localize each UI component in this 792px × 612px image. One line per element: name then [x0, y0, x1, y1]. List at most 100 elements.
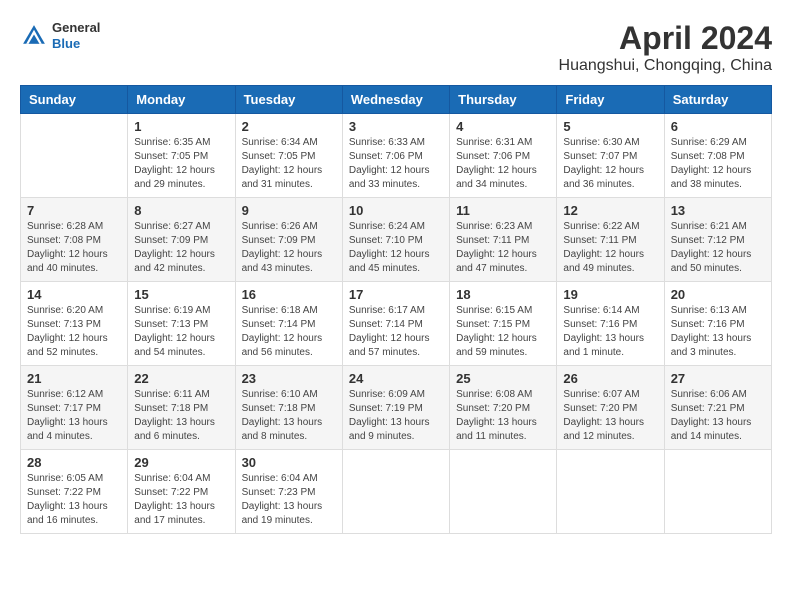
calendar-day-cell: 30 Sunrise: 6:04 AM Sunset: 7:23 PM Dayli…: [235, 450, 342, 534]
day-number: 3: [349, 119, 443, 134]
day-number: 21: [27, 371, 121, 386]
calendar-day-cell: 16 Sunrise: 6:18 AM Sunset: 7:14 PM Dayli…: [235, 282, 342, 366]
calendar-week-row: 7Sunrise: 6:28 AM Sunset: 7:08 PM Daylig…: [21, 198, 772, 282]
calendar-day-cell: 12Sunrise: 6:22 AM Sunset: 7:11 PM Dayli…: [557, 198, 664, 282]
day-number: 19: [563, 287, 657, 302]
calendar-day-cell: 13 Sunrise: 6:21 AM Sunset: 7:12 PM Dayli…: [664, 198, 771, 282]
day-number: 2: [242, 119, 336, 134]
calendar-day-cell: 8 Sunrise: 6:27 AM Sunset: 7:09 PM Daylig…: [128, 198, 235, 282]
day-number: 24: [349, 371, 443, 386]
calendar-day-cell: [557, 450, 664, 534]
calendar-day-cell: 15Sunrise: 6:19 AM Sunset: 7:13 PM Dayli…: [128, 282, 235, 366]
day-info: Sunrise: 6:33 AM Sunset: 7:06 PM Dayligh…: [349, 136, 443, 192]
day-info: Sunrise: 6:27 AM Sunset: 7:09 PM Dayligh…: [134, 220, 228, 276]
calendar-day-cell: 6 Sunrise: 6:29 AM Sunset: 7:08 PM Daylig…: [664, 114, 771, 198]
day-number: 13: [671, 203, 765, 218]
calendar-day-cell: 10Sunrise: 6:24 AM Sunset: 7:10 PM Dayli…: [342, 198, 449, 282]
logo-icon: [20, 22, 48, 50]
calendar-day-cell: 9 Sunrise: 6:26 AM Sunset: 7:09 PM Daylig…: [235, 198, 342, 282]
month-title: April 2024: [559, 20, 772, 57]
day-info: Sunrise: 6:18 AM Sunset: 7:14 PM Dayligh…: [242, 304, 336, 360]
day-number: 6: [671, 119, 765, 134]
day-number: 17: [349, 287, 443, 302]
day-number: 20: [671, 287, 765, 302]
day-number: 9: [242, 203, 336, 218]
day-info: Sunrise: 6:09 AM Sunset: 7:19 PM Dayligh…: [349, 388, 443, 444]
weekday-header: Monday: [128, 86, 235, 114]
day-info: Sunrise: 6:10 AM Sunset: 7:18 PM Dayligh…: [242, 388, 336, 444]
calendar-day-cell: 28 Sunrise: 6:05 AM Sunset: 7:22 PM Dayli…: [21, 450, 128, 534]
day-number: 18: [456, 287, 550, 302]
day-info: Sunrise: 6:07 AM Sunset: 7:20 PM Dayligh…: [563, 388, 657, 444]
calendar-day-cell: 1 Sunrise: 6:35 AM Sunset: 7:05 PM Daylig…: [128, 114, 235, 198]
calendar-day-cell: 4Sunrise: 6:31 AM Sunset: 7:06 PM Daylig…: [450, 114, 557, 198]
calendar-day-cell: [664, 450, 771, 534]
weekday-header: Tuesday: [235, 86, 342, 114]
day-info: Sunrise: 6:13 AM Sunset: 7:16 PM Dayligh…: [671, 304, 765, 360]
calendar-week-row: 14 Sunrise: 6:20 AM Sunset: 7:13 PM Dayli…: [21, 282, 772, 366]
calendar-day-cell: 3 Sunrise: 6:33 AM Sunset: 7:06 PM Daylig…: [342, 114, 449, 198]
day-number: 30: [242, 455, 336, 470]
day-number: 27: [671, 371, 765, 386]
day-info: Sunrise: 6:20 AM Sunset: 7:13 PM Dayligh…: [27, 304, 121, 360]
calendar-day-cell: 24 Sunrise: 6:09 AM Sunset: 7:19 PM Dayli…: [342, 366, 449, 450]
day-info: Sunrise: 6:35 AM Sunset: 7:05 PM Dayligh…: [134, 136, 228, 192]
title-section: April 2024 Huangshui, Chongqing, China: [559, 20, 772, 75]
day-number: 8: [134, 203, 228, 218]
day-info: Sunrise: 6:12 AM Sunset: 7:17 PM Dayligh…: [27, 388, 121, 444]
calendar-table: SundayMondayTuesdayWednesdayThursdayFrid…: [20, 85, 772, 534]
day-number: 29: [134, 455, 228, 470]
weekday-header: Wednesday: [342, 86, 449, 114]
day-info: Sunrise: 6:31 AM Sunset: 7:06 PM Dayligh…: [456, 136, 550, 192]
day-number: 14: [27, 287, 121, 302]
day-info: Sunrise: 6:29 AM Sunset: 7:08 PM Dayligh…: [671, 136, 765, 192]
calendar-day-cell: [21, 114, 128, 198]
day-info: Sunrise: 6:19 AM Sunset: 7:13 PM Dayligh…: [134, 304, 228, 360]
calendar-day-cell: 26Sunrise: 6:07 AM Sunset: 7:20 PM Dayli…: [557, 366, 664, 450]
calendar-week-row: 21 Sunrise: 6:12 AM Sunset: 7:17 PM Dayli…: [21, 366, 772, 450]
day-info: Sunrise: 6:08 AM Sunset: 7:20 PM Dayligh…: [456, 388, 550, 444]
calendar-day-cell: 17 Sunrise: 6:17 AM Sunset: 7:14 PM Dayli…: [342, 282, 449, 366]
day-number: 16: [242, 287, 336, 302]
calendar-day-cell: 11Sunrise: 6:23 AM Sunset: 7:11 PM Dayli…: [450, 198, 557, 282]
day-info: Sunrise: 6:14 AM Sunset: 7:16 PM Dayligh…: [563, 304, 657, 360]
logo-blue-text: Blue: [52, 36, 100, 52]
day-info: Sunrise: 6:26 AM Sunset: 7:09 PM Dayligh…: [242, 220, 336, 276]
logo-text: General Blue: [52, 20, 100, 51]
day-number: 5: [563, 119, 657, 134]
day-info: Sunrise: 6:21 AM Sunset: 7:12 PM Dayligh…: [671, 220, 765, 276]
day-info: Sunrise: 6:05 AM Sunset: 7:22 PM Dayligh…: [27, 472, 121, 528]
day-number: 25: [456, 371, 550, 386]
weekday-header: Sunday: [21, 86, 128, 114]
calendar-day-cell: 5 Sunrise: 6:30 AM Sunset: 7:07 PM Daylig…: [557, 114, 664, 198]
day-number: 28: [27, 455, 121, 470]
calendar-day-cell: 19 Sunrise: 6:14 AM Sunset: 7:16 PM Dayli…: [557, 282, 664, 366]
day-info: Sunrise: 6:11 AM Sunset: 7:18 PM Dayligh…: [134, 388, 228, 444]
logo: General Blue: [20, 20, 100, 51]
day-info: Sunrise: 6:17 AM Sunset: 7:14 PM Dayligh…: [349, 304, 443, 360]
calendar-week-row: 1 Sunrise: 6:35 AM Sunset: 7:05 PM Daylig…: [21, 114, 772, 198]
calendar-week-row: 28 Sunrise: 6:05 AM Sunset: 7:22 PM Dayli…: [21, 450, 772, 534]
day-info: Sunrise: 6:06 AM Sunset: 7:21 PM Dayligh…: [671, 388, 765, 444]
day-number: 12: [563, 203, 657, 218]
calendar-day-cell: 22 Sunrise: 6:11 AM Sunset: 7:18 PM Dayli…: [128, 366, 235, 450]
day-number: 1: [134, 119, 228, 134]
day-info: Sunrise: 6:04 AM Sunset: 7:22 PM Dayligh…: [134, 472, 228, 528]
day-info: Sunrise: 6:15 AM Sunset: 7:15 PM Dayligh…: [456, 304, 550, 360]
calendar-day-cell: [342, 450, 449, 534]
calendar-day-cell: 18 Sunrise: 6:15 AM Sunset: 7:15 PM Dayli…: [450, 282, 557, 366]
weekday-header: Friday: [557, 86, 664, 114]
calendar-day-cell: 25 Sunrise: 6:08 AM Sunset: 7:20 PM Dayli…: [450, 366, 557, 450]
day-info: Sunrise: 6:04 AM Sunset: 7:23 PM Dayligh…: [242, 472, 336, 528]
day-number: 11: [456, 203, 550, 218]
calendar-day-cell: 27 Sunrise: 6:06 AM Sunset: 7:21 PM Dayli…: [664, 366, 771, 450]
day-number: 22: [134, 371, 228, 386]
calendar-day-cell: 7Sunrise: 6:28 AM Sunset: 7:08 PM Daylig…: [21, 198, 128, 282]
calendar-day-cell: 2 Sunrise: 6:34 AM Sunset: 7:05 PM Daylig…: [235, 114, 342, 198]
day-number: 7: [27, 203, 121, 218]
weekday-header: Thursday: [450, 86, 557, 114]
calendar-day-cell: 23Sunrise: 6:10 AM Sunset: 7:18 PM Dayli…: [235, 366, 342, 450]
day-info: Sunrise: 6:34 AM Sunset: 7:05 PM Dayligh…: [242, 136, 336, 192]
day-info: Sunrise: 6:30 AM Sunset: 7:07 PM Dayligh…: [563, 136, 657, 192]
calendar-day-cell: 21 Sunrise: 6:12 AM Sunset: 7:17 PM Dayli…: [21, 366, 128, 450]
